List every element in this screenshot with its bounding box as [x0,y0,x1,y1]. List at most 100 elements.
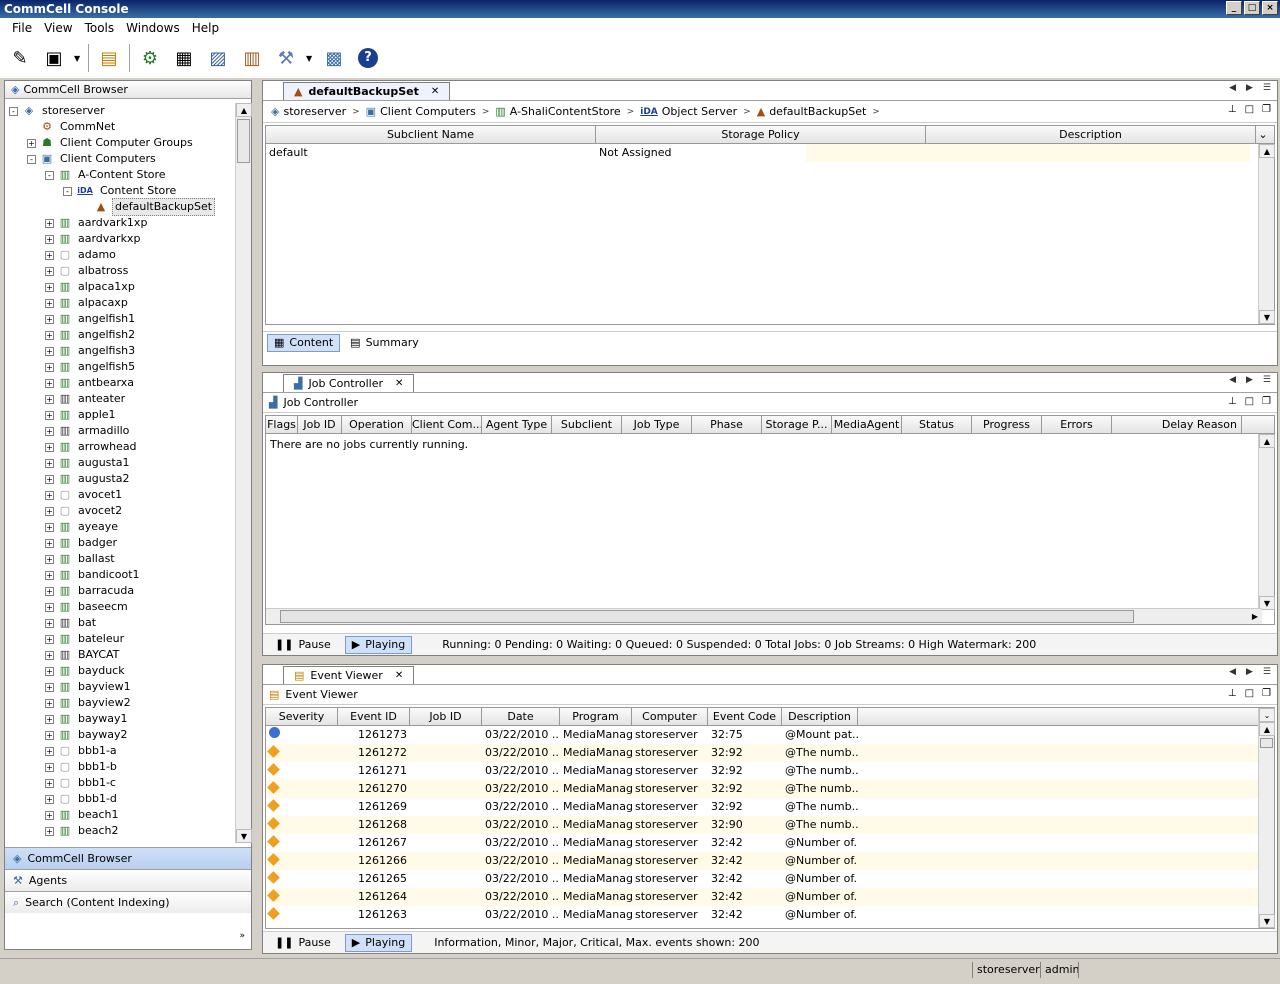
scroll-down-arrow[interactable]: ▼ [236,829,252,843]
expand-icon[interactable]: + [45,666,54,676]
nav-button[interactable]: ⚒ Agents [5,869,251,891]
tree-node[interactable]: + ▥ ballast [5,551,235,567]
collapse-icon[interactable]: - [9,106,18,116]
nav-button[interactable]: ◈ CommCell Browser [5,847,251,869]
tree-node[interactable]: + ▥ baseecm [5,599,235,615]
table-row[interactable]: 1261269 03/22/2010 ...MediaManagerstorese… [266,798,1274,816]
expand-icon[interactable]: + [45,634,54,644]
menu-view[interactable]: View [38,21,78,35]
expand-icon[interactable]: + [45,778,54,788]
scroll-up-arrow[interactable]: ▲ [1259,722,1275,736]
tree-node[interactable]: + ▥ augusta1 [5,455,235,471]
column-header[interactable]: Computer [632,708,708,725]
tree-node[interactable]: + ▥ bateleur [5,631,235,647]
edit-icon[interactable]: ✎ [6,44,34,72]
column-header[interactable]: Program [560,708,632,725]
tree-node[interactable]: + ▥ badger [5,535,235,551]
tree-node[interactable]: + ▢ bbb1-c [5,775,235,791]
column-header[interactable]: Date [482,708,560,725]
scroll-right-arrow[interactable]: ▶ [1248,609,1262,624]
tab-list-icon[interactable]: ☰ [1263,375,1271,385]
scroll-thumb[interactable] [280,610,1134,623]
column-subclient-name[interactable]: Subclient Name [266,126,596,143]
playing-button[interactable]: ▶ Playing [344,635,413,654]
expand-icon[interactable]: + [45,794,54,804]
tree-node[interactable]: + ▥ angelfish1 [5,311,235,327]
tree-node[interactable]: + ▥ bat [5,615,235,631]
expand-icon[interactable]: + [27,138,36,148]
column-header[interactable]: Client Com... [412,416,482,433]
pin-icon[interactable]: ⊥ [1228,688,1237,699]
tree-node[interactable]: + ▥ angelfish2 [5,327,235,343]
tab-right-arrow[interactable]: ▶ [1246,375,1253,385]
scroll-up-arrow[interactable]: ▲ [1259,434,1275,448]
tab-list-icon[interactable]: ☰ [1263,667,1271,677]
menu-help[interactable]: Help [186,21,225,35]
scroll-down-arrow[interactable]: ▼ [1259,310,1275,324]
expand-icon[interactable]: + [45,250,54,260]
tab-left-arrow[interactable]: ◀ [1229,667,1236,677]
breadcrumb-item[interactable]: ▣ Client Computers [366,105,476,118]
column-header[interactable]: Errors [1042,416,1112,433]
column-header[interactable]: Job Type [622,416,692,433]
breadcrumb-item[interactable]: ▲ defaultBackupSet [757,105,867,118]
expand-icon[interactable]: + [45,618,54,628]
tree-scrollbar[interactable]: ▲ ▼ [235,103,252,843]
tab-list-icon[interactable]: ☰ [1263,83,1271,93]
tab-summary[interactable]: ▤ Summary [344,334,425,352]
tree-node[interactable]: + ▥ angelfish5 [5,359,235,375]
column-header[interactable]: MediaAgent [832,416,902,433]
column-header[interactable]: Severity [266,708,338,725]
tree-node[interactable]: + ▥ ayeaye [5,519,235,535]
column-header[interactable]: Description [782,708,858,725]
minimize-button[interactable]: _ [1226,1,1242,15]
tree-node[interactable]: - ▣ Client Computers [5,151,235,167]
expand-icon[interactable]: + [45,394,54,404]
tree-node[interactable]: + ▢ avocet1 [5,487,235,503]
tree-node[interactable]: - ▥ A-Content Store [5,167,235,183]
monitor-icon[interactable]: ▩ [320,44,348,72]
chevron-down-icon[interactable]: ▼ [74,54,82,63]
tab-content[interactable]: ▦ Content [267,333,341,352]
tree-node[interactable]: + ▥ BAYCAT [5,647,235,663]
tree-node[interactable]: + ▥ alpaca1xp [5,279,235,295]
close-button[interactable]: × [1262,1,1278,15]
tree-node[interactable]: + ▥ bayway2 [5,727,235,743]
expand-icon[interactable]: + [45,218,54,228]
table-icon[interactable]: ▦ [170,44,198,72]
maximize-icon[interactable]: ❐ [1262,396,1271,407]
table-row[interactable]: 1261270 03/22/2010 ...MediaManagerstorese… [266,780,1274,798]
save-icon[interactable]: ▨ [204,44,232,72]
scroll-up-arrow[interactable]: ▲ [1259,144,1275,158]
maximize-icon[interactable]: ❐ [1262,688,1271,699]
restore-icon[interactable]: □ [1245,396,1254,407]
table-row[interactable]: 1261264 03/22/2010 ...MediaManagerstorese… [266,888,1274,906]
chevron-down-icon[interactable]: ▼ [306,54,314,63]
table-row[interactable]: 1261263 03/22/2010 ...MediaManagerstorese… [266,906,1274,924]
expand-icon[interactable]: + [45,282,54,292]
pause-button[interactable]: ❚❚ Pause [269,934,337,952]
restore-icon[interactable]: □ [1245,688,1254,699]
scroll-down-arrow[interactable]: ▼ [1259,914,1275,928]
expand-icon[interactable]: + [45,570,54,580]
maximize-button[interactable]: □ [1244,1,1260,15]
collapse-icon[interactable]: - [27,154,36,164]
expand-icon[interactable]: + [45,266,54,276]
tree-node[interactable]: + ▢ bbb1-d [5,791,235,807]
tree-node[interactable]: + ▥ alpacaxp [5,295,235,311]
tree-node[interactable]: + ▥ apple1 [5,407,235,423]
menu-file[interactable]: File [6,21,38,35]
table-row[interactable]: 1261266 03/22/2010 ...MediaManagerstorese… [266,852,1274,870]
tree-node[interactable]: + ▥ aardvark1xp [5,215,235,231]
tree-node[interactable]: + ▥ armadillo [5,423,235,439]
table-row[interactable]: 1261268 03/22/2010 ...MediaManagerstorese… [266,816,1274,834]
tree-node[interactable]: + ▥ bayway1 [5,711,235,727]
expand-icon[interactable]: + [45,826,54,836]
pause-button[interactable]: ❚❚ Pause [269,636,337,654]
scroll-thumb[interactable] [1260,738,1273,748]
expand-icon[interactable]: + [45,362,54,372]
tree-node[interactable]: + ▢ bbb1-b [5,759,235,775]
expand-icon[interactable]: + [45,298,54,308]
tree-node[interactable]: + ▥ bandicoot1 [5,567,235,583]
expand-icon[interactable]: + [45,682,54,692]
